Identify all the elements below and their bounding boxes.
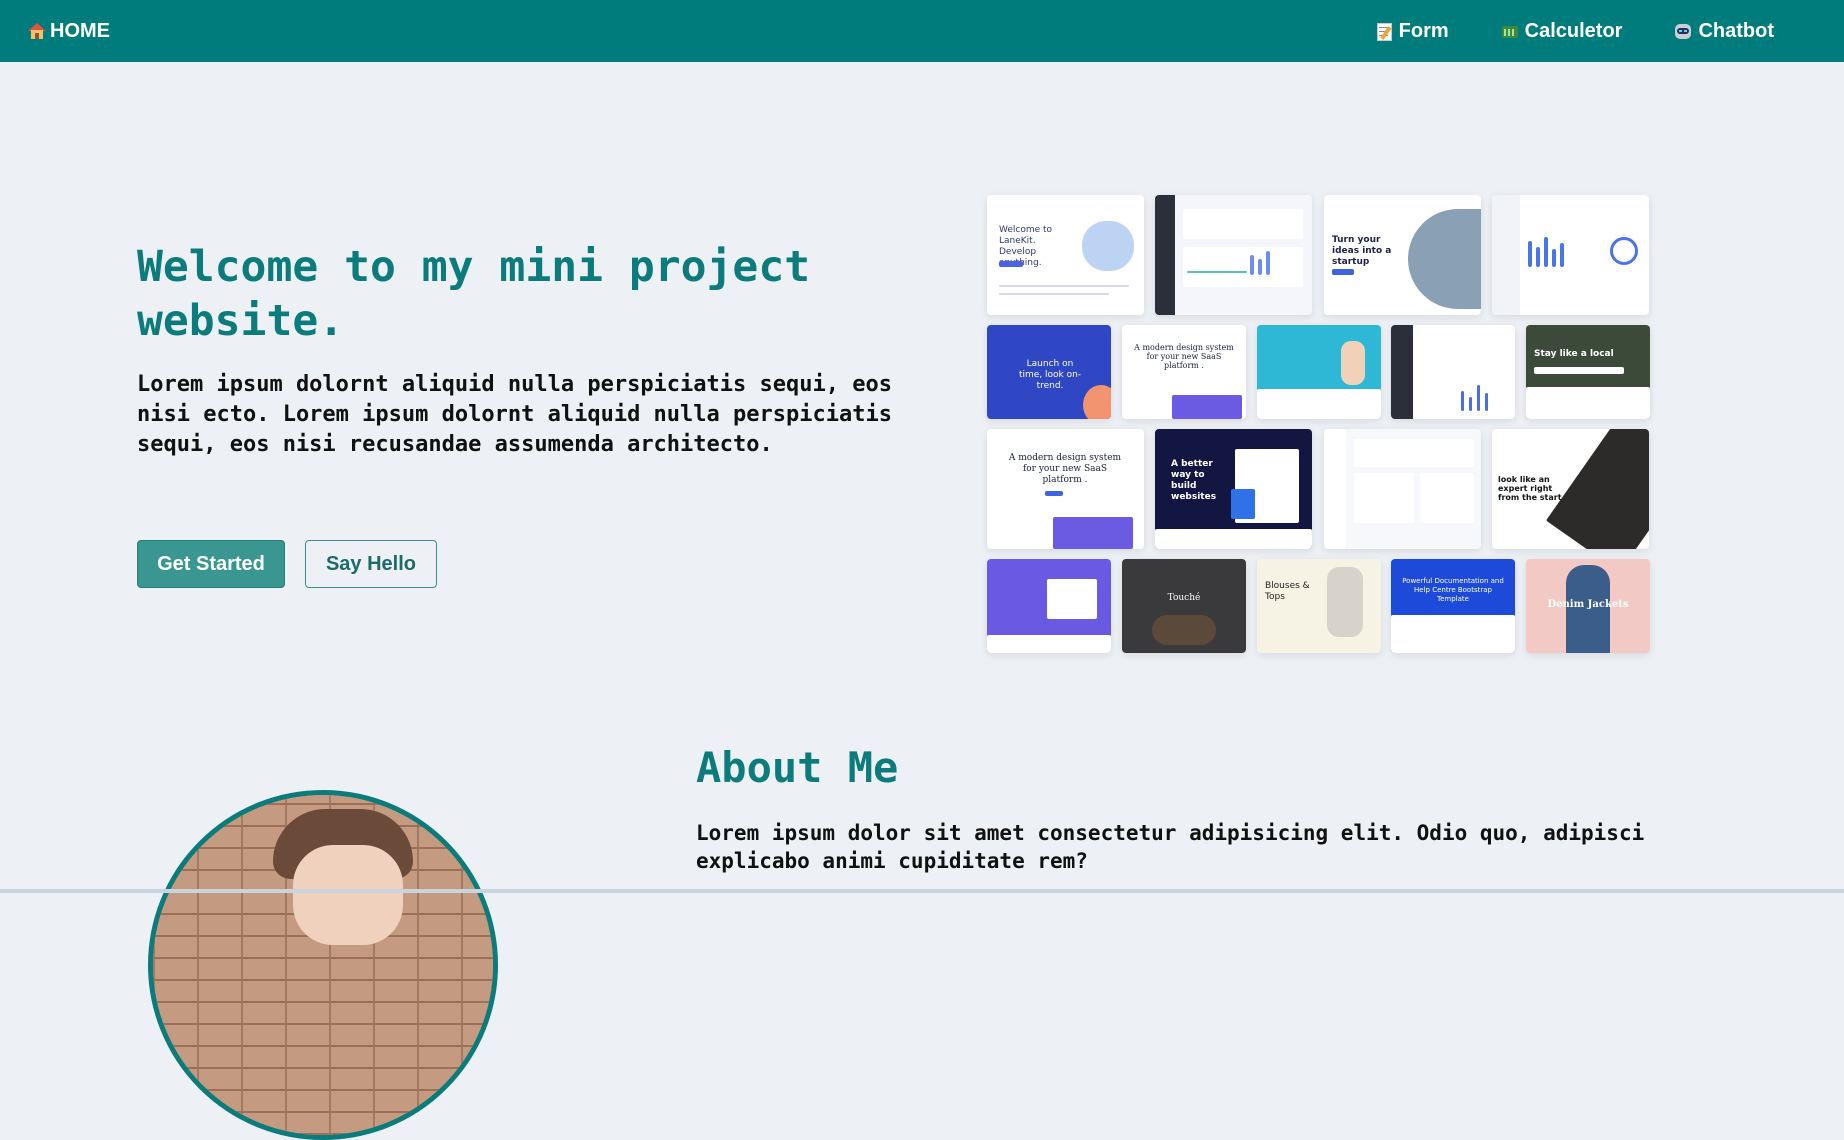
home-link[interactable]: HOME [28,0,110,62]
gallery-thumbnail: A better way to build websites [1155,429,1312,549]
page-divider [0,889,1844,893]
thumbnail-headline: A modern design system for your new SaaS… [1008,453,1122,485]
gallery-thumbnail [1492,195,1649,315]
memo-icon [1375,22,1393,41]
gallery-thumbnail: Turn your ideas into a startup [1324,195,1481,315]
hero-text: Lorem ipsum dolornt aliquid nulla perspi… [137,372,892,457]
gallery-thumbnail: Denim Jackets [1526,559,1650,653]
gallery-thumbnail: Launch on time, look on-trend. [987,325,1111,419]
thumbnail-headline: Blouses & Tops [1265,581,1310,602]
calculator-icon [1501,22,1519,40]
gallery-thumbnail [1391,325,1515,419]
gallery-thumbnail [1324,429,1481,549]
nav-link-label: Calculetor [1524,19,1623,42]
house-icon [28,22,46,40]
about-text: Lorem ipsum dolor sit amet consectetur a… [696,821,1645,873]
robot-icon [1674,22,1692,40]
nav-link-calculator[interactable]: Calculetor [1501,19,1623,43]
gallery-thumbnail: Powerful Documentation and Help Centre B… [1391,559,1515,653]
profile-photo [148,790,498,1140]
thumbnail-headline: Launch on time, look on-trend. [1018,359,1082,391]
nav-link-label: Chatbot [1698,19,1774,42]
nav-link-chatbot[interactable]: Chatbot [1674,20,1774,43]
get-started-button[interactable]: Get Started [137,540,285,588]
hero-title: Welcome to my mini project website. [137,242,811,346]
gallery-thumbnail: Blouses & Tops [1257,559,1381,653]
say-hello-button[interactable]: Say Hello [305,540,437,588]
thumbnail-headline: Turn your ideas into a startup [1332,235,1392,267]
gallery-thumbnail [1155,195,1312,315]
thumbnail-headline: look like an expert right from the start [1498,475,1562,502]
thumbnail-headline: A better way to build websites [1171,459,1217,502]
template-gallery: Welcome to LaneKit. Develop anything. Tu… [987,195,1651,655]
gallery-thumbnail: Touché [1122,559,1246,653]
gallery-thumbnail: A modern design system for your new SaaS… [1122,325,1246,419]
thumbnail-headline: Denim Jackets [1547,599,1629,610]
nav-links: Form Calculetor Chatbot [1375,0,1774,62]
gallery-thumbnail [987,559,1111,653]
about-title: About Me [696,743,899,792]
nav-link-label: Form [1398,19,1449,42]
thumbnail-headline: Powerful Documentation and Help Centre B… [1402,577,1504,603]
gallery-thumbnail: A modern design system for your new SaaS… [987,429,1144,549]
gallery-thumbnail: Welcome to LaneKit. Develop anything. [987,195,1144,315]
gallery-thumbnail: Stay like a local [1526,325,1650,419]
thumbnail-headline: Stay like a local [1534,349,1614,359]
home-label: HOME [50,19,110,42]
top-nav: HOME Form Calculetor Chatbot [0,0,1844,62]
gallery-thumbnail: look like an expert right from the start [1492,429,1649,549]
gallery-thumbnail [1257,325,1381,419]
nav-link-form[interactable]: Form [1375,20,1449,43]
thumbnail-headline: A modern design system for your new SaaS… [1134,343,1234,370]
thumbnail-headline: Touché [1167,593,1201,603]
